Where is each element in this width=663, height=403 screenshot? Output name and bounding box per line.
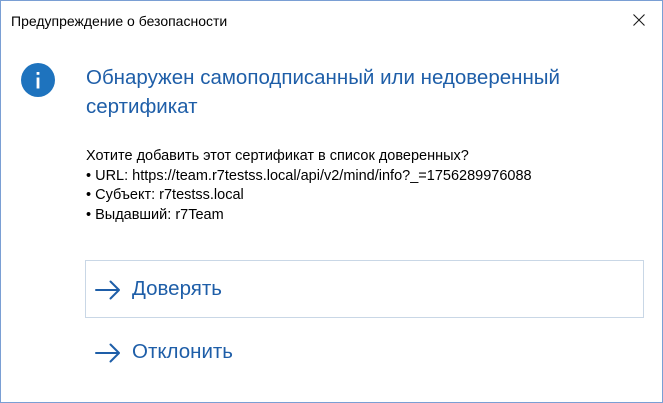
window-title: Предупреждение о безопасности xyxy=(11,13,228,29)
arrow-right-icon xyxy=(95,343,120,363)
close-button[interactable] xyxy=(616,1,662,39)
dialog-body: Хотите добавить этот сертификат в список… xyxy=(86,147,532,225)
certificate-url: • URL: https://team.r7testss.local/api/v… xyxy=(86,167,532,184)
security-warning-dialog: Предупреждение о безопасности Обнаружен … xyxy=(0,0,663,403)
close-icon xyxy=(633,14,645,26)
arrow-right-icon xyxy=(95,280,120,300)
trust-button[interactable]: Доверять xyxy=(85,260,644,318)
info-icon xyxy=(21,63,55,97)
reject-button[interactable]: Отклонить xyxy=(85,323,644,381)
dialog-heading: Обнаружен самоподписанный или недоверенн… xyxy=(86,66,560,118)
certificate-issuer: • Выдавший: r7Team xyxy=(86,206,224,223)
question-text: Хотите добавить этот сертификат в список… xyxy=(86,148,469,164)
certificate-subject: • Субъект: r7testss.local xyxy=(86,187,244,203)
reject-button-label: Отклонить xyxy=(132,340,233,363)
title-bar[interactable]: Предупреждение о безопасности xyxy=(1,1,662,39)
trust-button-label: Доверять xyxy=(132,277,222,300)
